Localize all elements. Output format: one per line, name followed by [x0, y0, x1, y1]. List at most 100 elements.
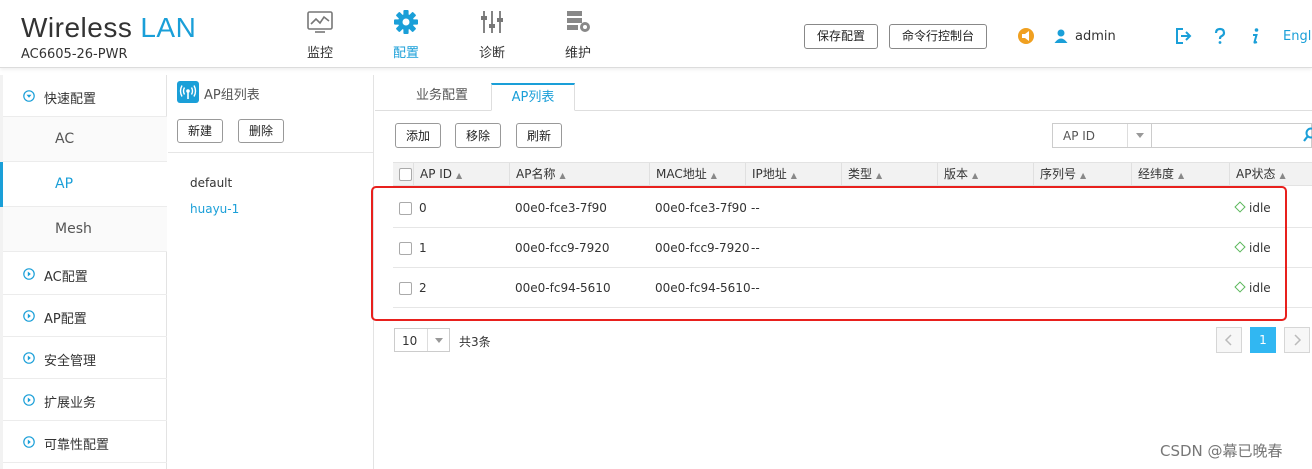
column-type[interactable]: 类型 ▲	[841, 163, 937, 185]
tab-service-config[interactable]: 业务配置	[402, 83, 482, 111]
sidebar-item-label: Mesh	[55, 221, 92, 237]
sidebar-section-label: AC配置	[44, 270, 88, 285]
tab-ap-list[interactable]: AP列表	[491, 83, 575, 111]
remove-ap-button[interactable]: 移除	[455, 123, 502, 148]
table-row[interactable]: 1 00e0-fcc9-7920 00e0-fcc9-7920 -- idle	[393, 228, 1312, 268]
sidebar-item-label: AC	[55, 131, 75, 147]
sidebar-section-label: 可靠性配置	[44, 438, 110, 453]
cell-ap-id: 1	[419, 241, 427, 255]
table-row[interactable]: 2 00e0-fc94-5610 00e0-fc94-5610 -- idle	[393, 268, 1312, 308]
new-group-button[interactable]: 新建	[177, 119, 224, 143]
nav-monitor[interactable]: 监控	[290, 10, 350, 61]
watermark: CSDN @幕已晚春	[1160, 442, 1283, 460]
sidebar-item-ac[interactable]: AC	[3, 117, 167, 162]
column-serial[interactable]: 序列号 ▲	[1033, 163, 1131, 185]
nav-diagnose[interactable]: 诊断	[462, 10, 522, 61]
logout-icon[interactable]	[1174, 27, 1192, 45]
sort-icon: ▲	[1080, 171, 1087, 180]
device-model: AC6605-26-PWR	[21, 47, 128, 62]
brand: Wireless LAN AC6605-26-PWR	[21, 12, 196, 62]
announcement-icon[interactable]	[1017, 27, 1035, 45]
column-version[interactable]: 版本 ▲	[937, 163, 1033, 185]
dropdown-toggle[interactable]	[427, 329, 449, 351]
column-label: MAC地址	[656, 167, 707, 181]
sidebar-ap-config[interactable]: AP配置	[3, 295, 167, 337]
column-ip[interactable]: IP地址 ▲	[745, 163, 841, 185]
nav-diagnose-label: 诊断	[478, 46, 505, 61]
search-field-select[interactable]: AP ID	[1052, 123, 1152, 148]
nav-config[interactable]: 配置	[376, 10, 436, 61]
delete-group-button[interactable]: 删除	[238, 119, 285, 143]
column-label: 版本	[944, 167, 969, 181]
search-field-value: AP ID	[1063, 129, 1096, 143]
prev-page-button[interactable]	[1216, 327, 1242, 353]
row-checkbox[interactable]	[399, 282, 412, 295]
column-label: 经纬度	[1138, 167, 1175, 181]
cell-ip: --	[751, 281, 760, 295]
sidebar-quick-config[interactable]: 快速配置	[3, 75, 167, 117]
dropdown-toggle[interactable]	[1127, 124, 1151, 147]
column-mac[interactable]: MAC地址 ▲	[649, 163, 745, 185]
divider	[168, 152, 373, 153]
column-label: 类型	[848, 167, 873, 181]
refresh-button[interactable]: 刷新	[516, 123, 563, 148]
page-button-current[interactable]: 1	[1250, 327, 1276, 353]
search-icon[interactable]	[1303, 127, 1312, 143]
page-size-select[interactable]: 10	[394, 328, 450, 352]
save-config-button[interactable]: 保存配置	[804, 24, 879, 49]
cell-ip: --	[751, 201, 760, 215]
chevron-right-circle-icon	[23, 352, 35, 364]
sort-icon: ▲	[456, 171, 463, 180]
maintenance-icon	[567, 11, 590, 32]
sidebar-item-mesh[interactable]: Mesh	[3, 207, 167, 252]
status-idle-icon	[1234, 201, 1246, 213]
language-switch[interactable]: Engli	[1283, 29, 1312, 44]
sort-icon: ▲	[1279, 171, 1286, 180]
info-icon[interactable]	[1246, 27, 1264, 45]
user-name[interactable]: admin	[1075, 29, 1116, 44]
top-header: Wireless LAN AC6605-26-PWR 监控 配置 诊断 维护 保…	[0, 0, 1312, 68]
select-all-checkbox[interactable]	[399, 168, 412, 181]
column-ap-status[interactable]: AP状态 ▲	[1229, 163, 1312, 185]
nav-config-label: 配置	[392, 46, 419, 61]
group-item-default[interactable]: default	[190, 176, 232, 190]
cell-ap-name: 00e0-fce3-7f90	[515, 201, 607, 215]
cell-ip: --	[751, 241, 760, 255]
sort-icon: ▲	[559, 171, 566, 180]
column-location[interactable]: 经纬度 ▲	[1131, 163, 1229, 185]
cell-mac: 00e0-fcc9-7920	[655, 241, 750, 255]
cell-ap-name: 00e0-fcc9-7920	[515, 241, 610, 255]
monitor-icon	[307, 11, 333, 33]
caret-down-icon	[1136, 133, 1144, 138]
sidebar-section-label: AP配置	[44, 312, 87, 327]
table-row[interactable]: 0 00e0-fce3-7f90 00e0-fce3-7f90 -- idle	[393, 188, 1312, 228]
search-input[interactable]	[1152, 123, 1312, 148]
column-ap-id[interactable]: AP ID ▲	[413, 163, 509, 185]
cell-ap-id: 0	[419, 201, 427, 215]
sort-icon: ▲	[972, 171, 979, 180]
sliders-icon	[481, 11, 503, 33]
status-text: idle	[1249, 201, 1271, 215]
row-checkbox[interactable]	[399, 202, 412, 215]
cell-mac: 00e0-fce3-7f90	[655, 201, 747, 215]
column-label: AP ID	[420, 167, 453, 181]
cli-console-button[interactable]: 命令行控制台	[889, 24, 988, 49]
nav-maintain[interactable]: 维护	[548, 10, 608, 61]
sidebar-reliability[interactable]: 可靠性配置	[3, 421, 167, 463]
next-page-button[interactable]	[1284, 327, 1310, 353]
add-ap-button[interactable]: 添加	[395, 123, 442, 148]
chevron-right-icon	[1294, 334, 1302, 346]
total-count: 共3条	[459, 335, 491, 349]
sidebar-security[interactable]: 安全管理	[3, 337, 167, 379]
column-ap-name[interactable]: AP名称 ▲	[509, 163, 649, 185]
cell-mac: 00e0-fc94-5610	[655, 281, 751, 295]
help-icon[interactable]	[1211, 27, 1229, 45]
column-label: AP状态	[1236, 167, 1276, 181]
sidebar-extended-services[interactable]: 扩展业务	[3, 379, 167, 421]
sidebar-ac-config[interactable]: AC配置	[3, 253, 167, 295]
caret-down-icon	[435, 338, 443, 343]
row-checkbox[interactable]	[399, 242, 412, 255]
group-item-huayu-1[interactable]: huayu-1	[190, 202, 239, 216]
sidebar-item-ap[interactable]: AP	[0, 162, 167, 207]
ap-group-panel: AP组列表 新建 删除 default huayu-1	[168, 75, 374, 469]
